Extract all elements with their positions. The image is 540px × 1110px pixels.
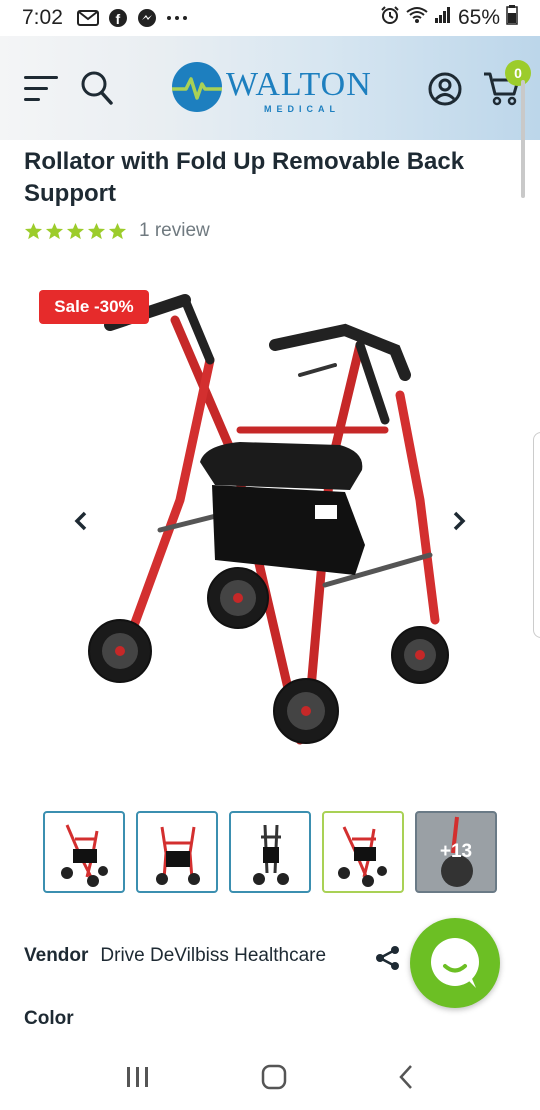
- logo-subtext: MEDICAL: [264, 104, 340, 114]
- messenger-icon: [137, 8, 157, 28]
- star-icon: [45, 222, 64, 239]
- logo-text: WALTON: [226, 66, 372, 103]
- thumbnail-4[interactable]: [322, 811, 404, 893]
- rollator-thumbnail: [253, 824, 289, 885]
- star-icon: [87, 222, 106, 239]
- chevron-right-icon: [453, 511, 466, 531]
- more-notifications-icon: [166, 15, 188, 21]
- rollator-thumbnail: [61, 824, 108, 887]
- review-count-link[interactable]: 1 review: [139, 220, 210, 242]
- cart-count-badge: 0: [505, 60, 531, 86]
- vendor-name[interactable]: Drive DeVilbiss Healthcare: [100, 945, 326, 967]
- chat-button[interactable]: [410, 918, 500, 1008]
- product-title: Rollator with Fold Up Removable Back Sup…: [24, 148, 465, 207]
- chat-icon: [431, 938, 479, 988]
- signal-icon: [434, 6, 452, 30]
- thumbnail-strip: +13: [43, 811, 497, 893]
- star-icon: [108, 222, 127, 239]
- battery-icon: [506, 5, 518, 31]
- rollator-thumbnail: [338, 826, 387, 887]
- user-icon: [428, 72, 462, 106]
- search-button[interactable]: [80, 70, 114, 106]
- next-image-button[interactable]: [444, 506, 474, 536]
- svg-text:f: f: [115, 11, 120, 27]
- rating-stars: [24, 222, 127, 241]
- more-images-count: +13: [439, 841, 473, 862]
- menu-icon: [24, 76, 58, 79]
- home-icon: [261, 1064, 287, 1089]
- menu-icon-line: [24, 98, 40, 101]
- home-button[interactable]: [261, 1064, 287, 1095]
- star-icon: [24, 222, 43, 239]
- back-button[interactable]: [397, 1064, 415, 1095]
- wifi-icon: [406, 6, 428, 30]
- vendor-label: Vendor: [24, 945, 89, 966]
- back-icon: [399, 1064, 412, 1089]
- facebook-icon: f: [108, 8, 128, 28]
- recent-apps-icon: [127, 1066, 148, 1087]
- rollator-thumbnail: [156, 826, 200, 885]
- share-icon: [376, 946, 399, 970]
- logo-pulse-icon: [172, 62, 222, 112]
- share-button[interactable]: [374, 944, 402, 972]
- thumbnail-more[interactable]: +13: [415, 811, 497, 893]
- star-icon: [66, 222, 85, 239]
- scrollbar-thumb[interactable]: [521, 80, 525, 198]
- status-bar: 7:02 f 65%: [0, 0, 540, 36]
- sale-badge: Sale -30%: [39, 290, 149, 324]
- battery-percent: 65%: [457, 6, 500, 29]
- thumbnail-1[interactable]: [43, 811, 125, 893]
- alarm-icon: [380, 5, 400, 31]
- status-time: 7:02: [22, 6, 63, 29]
- product-rating[interactable]: 1 review: [24, 220, 210, 242]
- system-nav-bar: [0, 1048, 540, 1110]
- side-panel-tab[interactable]: [533, 432, 540, 638]
- mail-icon: [76, 9, 99, 27]
- color-label: Color: [24, 1008, 74, 1029]
- chevron-left-icon: [74, 511, 87, 531]
- menu-button[interactable]: [24, 76, 60, 102]
- thumbnail-3[interactable]: [229, 811, 311, 893]
- account-button[interactable]: [427, 71, 463, 107]
- walton-medical-logo[interactable]: WALTON MEDICAL: [172, 60, 372, 122]
- vendor-row: Vendor Drive DeVilbiss Healthcare: [24, 945, 326, 967]
- thumbnail-2[interactable]: [136, 811, 218, 893]
- search-icon: [81, 71, 113, 105]
- recent-apps-button[interactable]: [125, 1066, 151, 1093]
- menu-icon-line: [24, 87, 48, 90]
- previous-image-button[interactable]: [66, 506, 96, 536]
- site-header: WALTON MEDICAL 0: [0, 36, 540, 140]
